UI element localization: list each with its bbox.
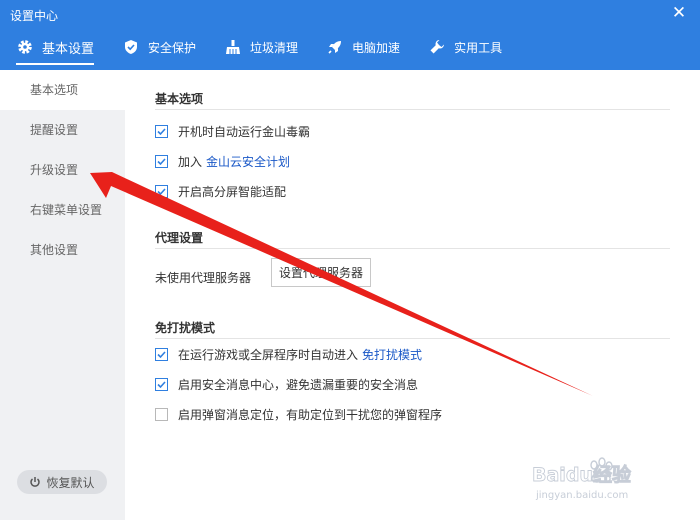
close-button[interactable]: ✕ — [670, 4, 688, 22]
option-label: 在运行游戏或全屏程序时自动进入 — [178, 348, 359, 362]
dnd-mode-link[interactable]: 免打扰模式 — [362, 346, 422, 363]
tab-label: 垃圾清理 — [250, 40, 299, 55]
option-cloud-security[interactable]: 加入 金山云安全计划 — [155, 153, 290, 170]
title-bar: 设置中心 ✕ 基本设置 安全保护 垃圾清理 电脑加速 实用工具 — [0, 0, 700, 70]
section-title-proxy: 代理设置 — [155, 231, 204, 245]
tab-label: 实用工具 — [454, 40, 503, 55]
restore-defaults-label: 恢复默认 — [46, 475, 95, 490]
option-label: 启用弹窗消息定位，有助定位到干扰您的弹窗程序 — [178, 408, 443, 422]
tab-speedup[interactable]: 电脑加速 — [326, 32, 400, 62]
proxy-status-text: 未使用代理服务器 — [155, 271, 252, 285]
checkbox-checked[interactable] — [155, 155, 168, 168]
main-tabs: 基本设置 安全保护 垃圾清理 电脑加速 实用工具 — [0, 30, 530, 65]
option-label: 加入 — [178, 155, 203, 169]
section-divider — [155, 248, 670, 249]
rocket-icon — [326, 38, 344, 56]
baidu-paw-logo: Baidu经验 jingyan.baidu.com — [532, 457, 632, 501]
option-security-message-center[interactable]: 启用安全消息中心，避免遗漏重要的安全消息 — [155, 376, 418, 393]
section-divider — [155, 109, 670, 110]
sidebar-item-upgrade-settings[interactable]: 升级设置 — [0, 150, 125, 190]
option-auto-dnd[interactable]: 在运行游戏或全屏程序时自动进入 免打扰模式 — [155, 346, 422, 363]
checkbox-checked[interactable] — [155, 185, 168, 198]
option-popup-locate[interactable]: 启用弹窗消息定位，有助定位到干扰您的弹窗程序 — [155, 406, 442, 423]
checkbox-checked[interactable] — [155, 125, 168, 138]
cloud-security-plan-link[interactable]: 金山云安全计划 — [206, 153, 290, 170]
settings-sidebar: 基本选项 提醒设置 升级设置 右键菜单设置 其他设置 恢复默认 — [0, 70, 125, 520]
window-title: 设置中心 — [10, 9, 59, 23]
sidebar-item-reminder-settings[interactable]: 提醒设置 — [0, 110, 125, 150]
section-title-do-not-disturb: 免打扰模式 — [155, 321, 216, 335]
option-auto-start[interactable]: 开机时自动运行金山毒霸 — [155, 123, 310, 140]
tab-cleanup[interactable]: 垃圾清理 — [224, 32, 298, 62]
shield-icon — [122, 38, 140, 56]
sidebar-item-basic-options[interactable]: 基本选项 — [0, 70, 125, 110]
tab-label: 安全保护 — [148, 40, 197, 55]
checkbox-checked[interactable] — [155, 348, 168, 361]
baidu-watermark: Baidu经验 jingyan.baidu.com — [530, 448, 660, 502]
tab-label: 基本设置 — [42, 41, 95, 57]
option-hidpi-adapt[interactable]: 开启高分屏智能适配 — [155, 183, 286, 200]
section-divider — [155, 338, 670, 339]
power-icon — [29, 476, 41, 488]
checkbox-checked[interactable] — [155, 378, 168, 391]
section-title-basic-options: 基本选项 — [155, 92, 204, 106]
watermark-subtext: jingyan.baidu.com — [535, 490, 628, 501]
tab-tools[interactable]: 实用工具 — [428, 32, 502, 62]
tab-basic-settings[interactable]: 基本设置 — [16, 32, 95, 65]
wrench-icon — [428, 38, 446, 56]
set-proxy-button[interactable]: 设置代理服务器 — [271, 258, 371, 287]
option-label: 启用安全消息中心，避免遗漏重要的安全消息 — [178, 378, 419, 392]
tab-security[interactable]: 安全保护 — [122, 32, 196, 62]
restore-defaults-button[interactable]: 恢复默认 — [17, 470, 107, 494]
close-icon: ✕ — [671, 3, 687, 23]
gear-icon — [16, 38, 34, 56]
checkbox-unchecked[interactable] — [155, 408, 168, 421]
sidebar-item-other-settings[interactable]: 其他设置 — [0, 230, 125, 270]
option-label: 开启高分屏智能适配 — [178, 185, 287, 199]
watermark-text: Baidu经验 — [532, 463, 632, 486]
broom-icon — [224, 38, 242, 56]
sidebar-item-context-menu-settings[interactable]: 右键菜单设置 — [0, 190, 125, 230]
tab-label: 电脑加速 — [352, 40, 401, 55]
option-label: 开机时自动运行金山毒霸 — [178, 125, 311, 139]
